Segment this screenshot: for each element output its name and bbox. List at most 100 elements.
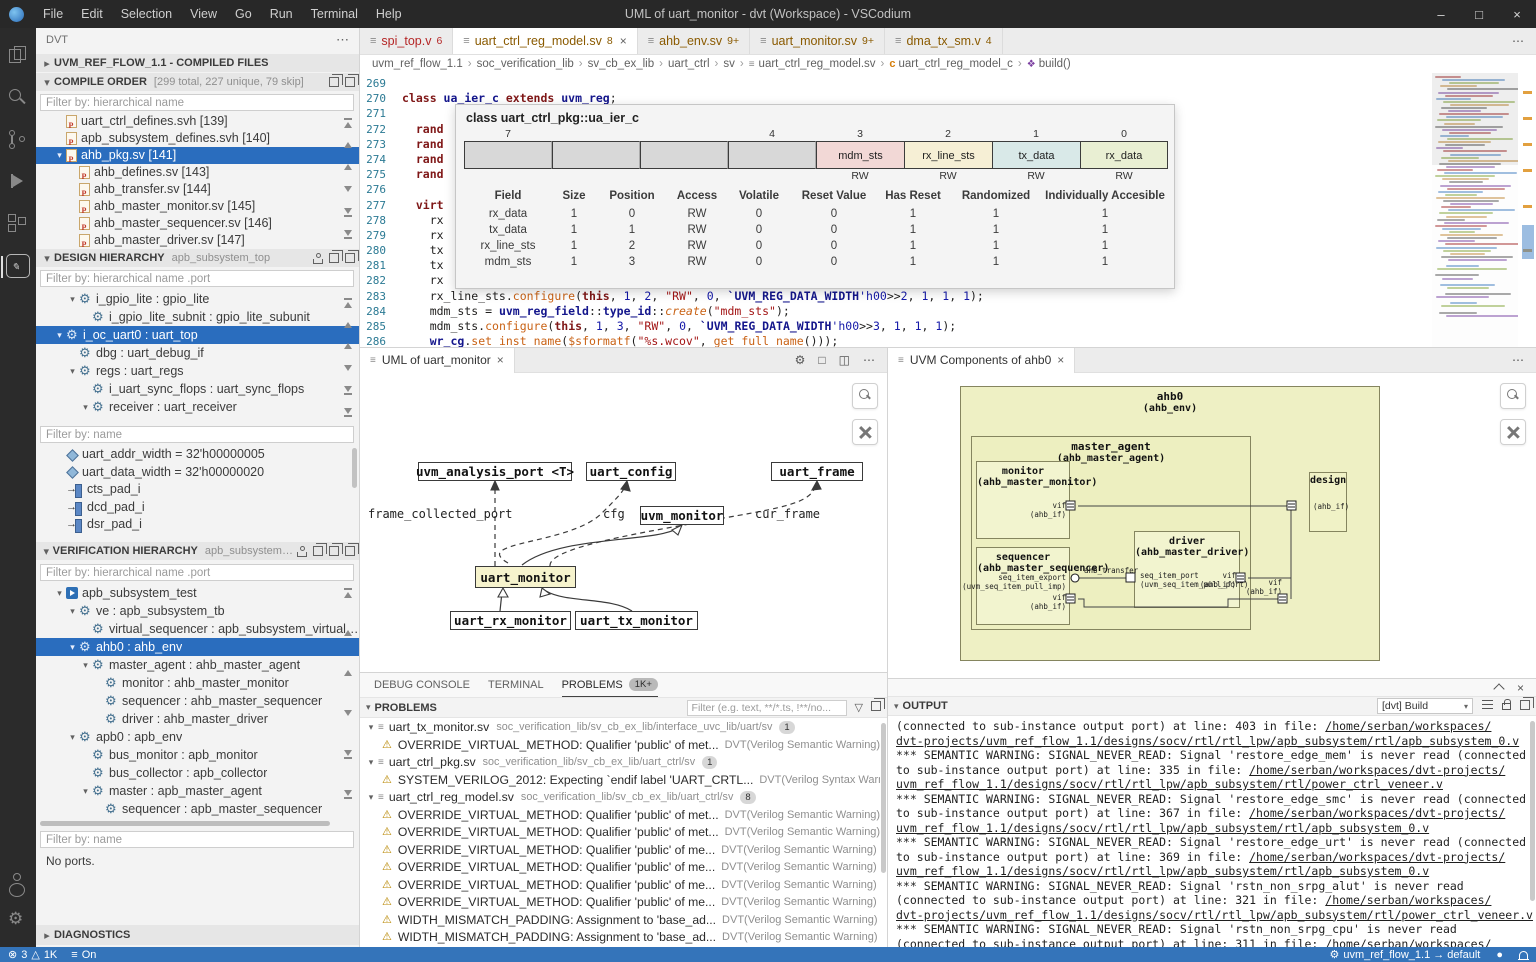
menu-edit[interactable]: Edit <box>72 7 112 21</box>
tab-problems[interactable]: PROBLEMS1K+ <box>562 673 658 697</box>
problem-row[interactable]: ⚠OVERRIDE_VIRTUAL_METHOD: Qualifier 'pub… <box>360 859 880 877</box>
sidebar-more-button[interactable]: ⋯ <box>336 32 349 48</box>
uml-node-uart-rx-monitor[interactable]: uart_rx_monitor <box>450 611 571 630</box>
tab-uvm-components-of-ahb0[interactable]: ≡ UVM Components of ahb0 × <box>888 348 1075 373</box>
tree-item[interactable]: uart_ctrl_defines.svh [139] <box>36 113 360 130</box>
tab-spi-top[interactable]: ≡spi_top.v6 <box>360 28 453 54</box>
tree-item[interactable]: bus_collector : apb_collector <box>36 764 360 782</box>
uml-node-uart-frame[interactable]: uart_frame <box>771 462 863 481</box>
move-arrow-icon[interactable] <box>342 298 354 310</box>
uml-node-uart-config[interactable]: uart_config <box>586 462 676 481</box>
split-view-icon[interactable] <box>871 701 881 714</box>
open-file-icon[interactable] <box>329 77 339 87</box>
breadcrumb-item[interactable]: build() <box>1039 58 1071 70</box>
tree-item[interactable]: sequencer : apb_master_sequencer <box>36 800 360 818</box>
close-panel-icon[interactable]: × <box>1517 681 1524 695</box>
output-file-link[interactable]: /home/serban/workspaces/ <box>1325 937 1491 948</box>
collapse-all-icon[interactable] <box>345 253 355 263</box>
breadcrumb-item[interactable]: sv_cb_ex_lib <box>588 58 654 70</box>
tree-item[interactable]: ahb_master_monitor.sv [145] <box>36 198 360 215</box>
menu-selection[interactable]: Selection <box>112 7 181 21</box>
tab-dma-tx-sm[interactable]: ≡dma_tx_sm.v4 <box>885 28 1003 54</box>
problem-file-row[interactable]: ▾≡uart_ctrl_pkg.svsoc_verification_lib/s… <box>360 754 880 772</box>
menu-help[interactable]: Help <box>367 7 411 21</box>
tree-item[interactable]: ahb_master_sequencer.sv [146] <box>36 215 360 232</box>
output-file-link[interactable]: /home/serban/workspaces/ <box>1325 719 1491 733</box>
tab-debug-console[interactable]: DEBUG CONSOLE <box>374 673 470 697</box>
tree-item[interactable]: ▾i_oc_uart0 : uart_top <box>36 326 360 344</box>
split-editor-icon[interactable]: ◫ <box>839 353 850 367</box>
design-hierarchy-filter-input[interactable] <box>40 270 354 287</box>
breadcrumb-item[interactable]: uart_ctrl_reg_model_c <box>899 58 1013 70</box>
tree-item[interactable]: ▾apb_subsystem_test <box>36 584 360 602</box>
extensions-icon[interactable] <box>6 212 30 236</box>
uvm-sequencer-box[interactable]: sequencer(ahb_master_sequencer) seq_item… <box>976 547 1070 625</box>
output-file-link[interactable]: dvt-projects/uvm_ref_flow_1.1/designs/so… <box>896 908 1533 922</box>
output-file-link[interactable]: uvm_ref_flow_1.1/designs/socv/rtl/rtl_lp… <box>896 821 1429 835</box>
diagram-settings-icon[interactable]: ⚙ <box>795 353 806 367</box>
problem-row[interactable]: ⚠OVERRIDE_VIRTUAL_METHOD: Qualifier 'pub… <box>360 824 880 842</box>
tab-terminal[interactable]: TERMINAL <box>488 673 544 697</box>
breadcrumb-item[interactable]: uart_ctrl <box>668 58 710 70</box>
tree-item[interactable]: ▾ahb_pkg.sv [141] <box>36 147 360 164</box>
uml-node-uart-tx-monitor[interactable]: uart_tx_monitor <box>575 611 698 630</box>
tree-item[interactable]: i_gpio_lite_subnit : gpio_lite_subunit <box>36 308 360 326</box>
tree-item[interactable]: uart_data_width = 32'h00000020 <box>36 464 360 482</box>
uvm-canvas[interactable]: ahb0(ahb_env) master_agent(ahb_master_ag… <box>888 373 1536 678</box>
move-arrow-icon[interactable] <box>342 363 354 375</box>
collapse-all-icon[interactable] <box>345 546 355 556</box>
tab-uml-of-uart-monitor[interactable]: ≡ UML of uart_monitor × <box>360 348 515 373</box>
breadcrumb-item[interactable]: uvm_ref_flow_1.1 <box>372 58 463 70</box>
move-arrow-icon[interactable] <box>342 588 354 600</box>
tree-item[interactable]: virtual_sequencer : apb_subsystem_virtua… <box>36 620 360 638</box>
filter-status[interactable]: ≡On <box>71 949 96 961</box>
uml-node-uvm-analysis-port[interactable]: uvm_analysis_port <T> <box>418 462 572 481</box>
tab-uart-monitor[interactable]: ≡uart_monitor.sv9+ <box>750 28 885 54</box>
open-file-icon[interactable] <box>329 546 339 556</box>
section-compile-order[interactable]: ▾ COMPILE ORDER [299 total, 227 unique, … <box>36 73 359 91</box>
uvm-driver-box[interactable]: driver(ahb_master_driver) seq_item_port(… <box>1134 531 1240 608</box>
notifications-bell-icon[interactable] <box>1519 950 1528 959</box>
section-verification-hierarchy[interactable]: ▾ VERIFICATION HIERARCHY apb_subsystem_t… <box>36 542 359 560</box>
code-line[interactable]: 284 mdm_sts = uvm_reg_field::type_id::cr… <box>360 304 1430 319</box>
tree-item[interactable]: ▾ahb0 : ahb_env <box>36 638 360 656</box>
move-arrow-icon[interactable] <box>342 788 354 800</box>
diagram-tools-button[interactable] <box>1500 419 1526 445</box>
tree-item[interactable]: ahb_transfer.sv [144] <box>36 181 360 198</box>
open-file-icon[interactable] <box>329 253 339 263</box>
problems-filter-input[interactable] <box>687 700 847 716</box>
problem-row[interactable]: ⚠OVERRIDE_VIRTUAL_METHOD: Qualifier 'pub… <box>360 894 880 912</box>
tree-item[interactable]: ▾ve : apb_subsystem_tb <box>36 602 360 620</box>
tab-ahb-env[interactable]: ≡ahb_env.sv9+ <box>638 28 750 54</box>
uml-node-uart-monitor[interactable]: uart_monitor <box>475 566 576 588</box>
move-arrow-icon[interactable] <box>342 320 354 332</box>
more-actions-icon[interactable]: ⋯ <box>1512 353 1524 367</box>
settings-gear-icon[interactable]: ⚙ <box>6 909 30 933</box>
close-tab-icon[interactable]: × <box>620 34 627 48</box>
verification-ports-filter-input[interactable] <box>40 831 354 848</box>
diagram-tools-button[interactable] <box>852 419 878 445</box>
code-line[interactable]: 285 mdm_sts.configure(this, 1, 3, "RW", … <box>360 319 1430 334</box>
tree-item[interactable]: ▾i_gpio_lite : gpio_lite <box>36 290 360 308</box>
uml-node-uvm-monitor[interactable]: uvm_monitor <box>640 506 724 525</box>
output-channel-select[interactable]: [dvt] Build▾ <box>1377 698 1473 714</box>
clear-output-icon[interactable] <box>1482 700 1493 712</box>
uvm-design-box[interactable]: design (ahb_if) <box>1309 472 1347 532</box>
hierarchy-icon[interactable] <box>296 546 307 557</box>
tab-uart-ctrl-reg-model[interactable]: ≡uart_ctrl_reg_model.sv8× <box>453 28 637 54</box>
active-project-status[interactable]: ⚙uvm_ref_flow_1.1 → default <box>1330 948 1481 961</box>
tree-item[interactable]: driver : ahb_master_driver <box>36 710 360 728</box>
problem-row[interactable]: ⚠WIDTH_MISMATCH_PADDING: Assignment to '… <box>360 929 880 947</box>
problems-scrollbar[interactable] <box>881 723 886 873</box>
tree-item[interactable]: ahb_defines.sv [143] <box>36 164 360 181</box>
tree-item[interactable]: i_uart_sync_flops : uart_sync_flops <box>36 380 360 398</box>
lock-scroll-icon[interactable] <box>1502 699 1511 713</box>
tree-item[interactable]: dcd_pad_i <box>36 499 360 517</box>
section-compiled-files[interactable]: ▸ UVM_REF_FLOW_1.1 - COMPILED FILES <box>36 54 359 72</box>
code-line[interactable]: 283 rx_line_sts.configure(this, 1, 2, "R… <box>360 289 1430 304</box>
menu-view[interactable]: View <box>181 7 226 21</box>
editor-actions-more[interactable]: ⋯ <box>1500 28 1536 54</box>
more-actions-icon[interactable]: ⋯ <box>863 353 875 367</box>
move-arrow-icon[interactable] <box>342 668 354 680</box>
tree-item[interactable]: dbg : uart_debug_if <box>36 344 360 362</box>
